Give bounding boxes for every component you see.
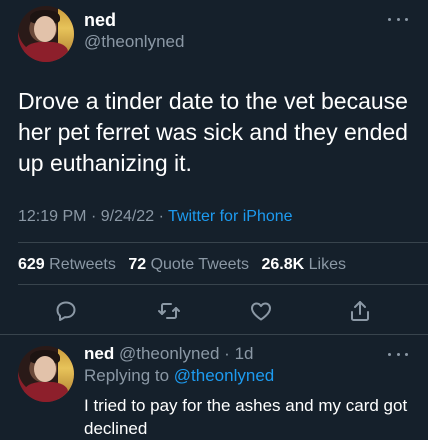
divider xyxy=(18,284,428,285)
tweet-meta: 12:19 PM · 9/24/22 · Twitter for iPhone xyxy=(18,208,293,226)
avatar-clothing xyxy=(24,382,68,402)
divider xyxy=(0,334,428,335)
tweet-actions xyxy=(0,296,428,328)
retweets-count: 629 xyxy=(18,256,45,273)
tweet-time[interactable]: 12:19 PM xyxy=(18,208,86,225)
tweet-text: Drove a tinder date to the vet because h… xyxy=(18,88,408,176)
quote-tweets-label: Quote Tweets xyxy=(150,256,249,273)
likes-label: Likes xyxy=(308,256,346,273)
reply-author-handle[interactable]: @theonlyned xyxy=(119,344,219,363)
meta-separator: · xyxy=(90,208,97,225)
reply-avatar[interactable] xyxy=(18,346,74,402)
reply-separator: · xyxy=(224,344,230,363)
meta-separator: · xyxy=(158,208,164,225)
share-icon[interactable] xyxy=(345,296,375,326)
quote-tweets-stat[interactable]: 72 Quote Tweets xyxy=(128,256,249,273)
reply-author-name[interactable]: ned xyxy=(84,344,114,363)
avatar-clothing xyxy=(24,42,68,62)
author-handle[interactable]: @theonlyned xyxy=(84,32,184,52)
quote-tweets-count: 72 xyxy=(128,256,147,273)
reply-header: ned @theonlyned · 1d xyxy=(84,344,253,364)
replying-to: Replying to @theonlyned xyxy=(84,366,274,386)
more-options-icon[interactable] xyxy=(388,16,408,22)
tweet-source-link[interactable]: Twitter for iPhone xyxy=(168,208,293,225)
avatar-face xyxy=(34,356,56,382)
reply-age[interactable]: 1d xyxy=(235,344,254,363)
retweets-label: Retweets xyxy=(49,256,116,273)
avatar[interactable] xyxy=(18,6,74,62)
reply-more-options-icon[interactable] xyxy=(388,351,408,357)
retweet-icon[interactable] xyxy=(154,296,184,326)
divider xyxy=(18,242,428,243)
reply-text: I tried to pay for the ashes and my card… xyxy=(84,396,408,438)
author-name[interactable]: ned xyxy=(84,10,116,31)
tweet-date[interactable]: 9/24/22 xyxy=(101,208,154,225)
likes-stat[interactable]: 26.8K Likes xyxy=(261,256,346,273)
like-icon[interactable] xyxy=(246,296,276,326)
retweets-stat[interactable]: 629 Retweets xyxy=(18,256,116,273)
replying-to-mention[interactable]: @theonlyned xyxy=(174,366,274,385)
reply-icon[interactable] xyxy=(51,296,81,326)
likes-count: 26.8K xyxy=(261,256,305,273)
replying-to-prefix: Replying to xyxy=(84,366,170,385)
avatar-face xyxy=(34,16,56,42)
tweet-stats: 629 Retweets 72 Quote Tweets 26.8K Likes xyxy=(18,256,354,274)
